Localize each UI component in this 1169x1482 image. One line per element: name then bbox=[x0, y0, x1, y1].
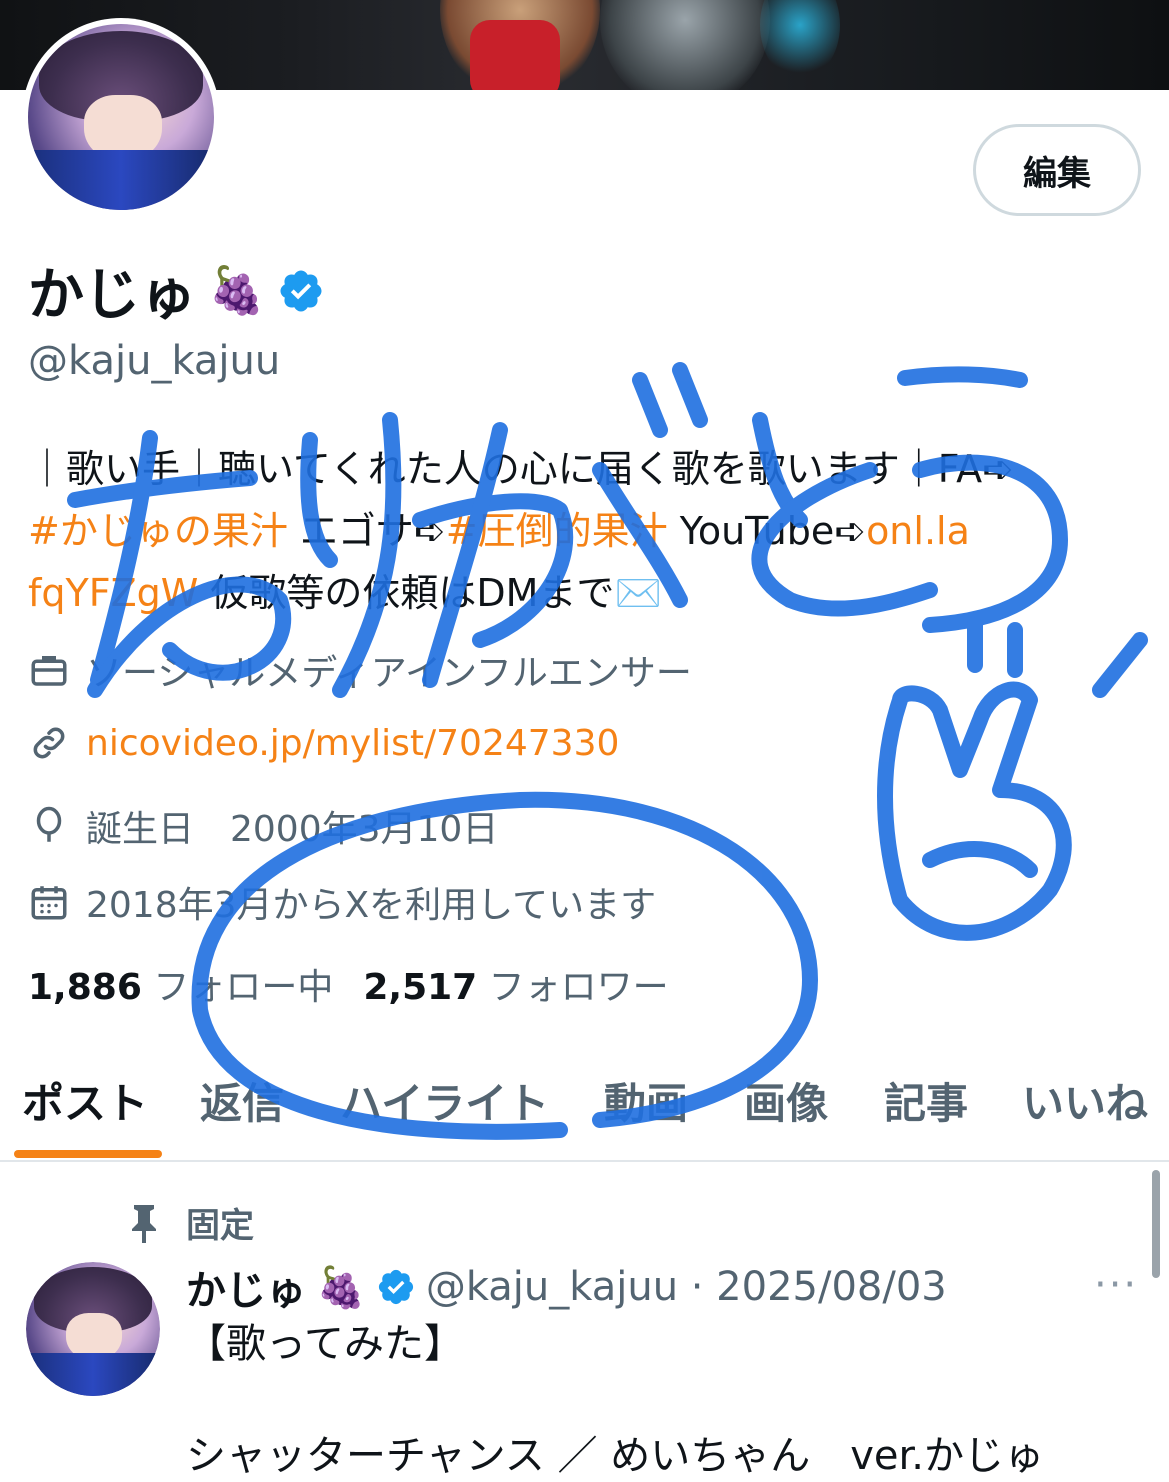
post-line-1: 【歌ってみた】 bbox=[186, 1321, 464, 1367]
pinned-text: 固定 bbox=[186, 1206, 254, 1246]
scribble-stroke bbox=[967, 617, 1023, 678]
tab-likes[interactable]: いいね bbox=[1022, 1070, 1148, 1131]
tab-images[interactable]: 画像 bbox=[744, 1070, 828, 1131]
avatar-jacket bbox=[28, 150, 214, 210]
bio-text: YouTube➪ bbox=[667, 509, 867, 553]
post-line-2: シャッターチャンス ／ めいちゃん ver.かじゅ bbox=[186, 1433, 1044, 1479]
profile-joined: 2018年3月からXを利用しています bbox=[28, 876, 656, 928]
bio-url-link[interactable]: onl.la bbox=[866, 509, 970, 553]
grape-emoji: 🍇 bbox=[316, 1264, 366, 1311]
profile-tabs: ポスト 返信 ハイライト 動画 画像 記事 いいね bbox=[0, 1060, 1169, 1162]
pin-icon bbox=[132, 1204, 156, 1243]
followers-link[interactable]: 2,517 フォロワー bbox=[363, 967, 668, 1008]
scribble-stroke bbox=[897, 366, 1028, 388]
balloon-icon bbox=[36, 806, 62, 842]
website-link[interactable]: nicovideo.jp/mylist/70247330 bbox=[86, 723, 619, 764]
following-link[interactable]: 1,886 フォロー中 bbox=[28, 967, 333, 1008]
scrollbar[interactable] bbox=[1152, 1170, 1160, 1278]
scribble-stroke bbox=[632, 362, 708, 438]
verified-badge-icon bbox=[378, 1269, 413, 1305]
scribble-stroke bbox=[877, 681, 1072, 941]
avatar-illustration bbox=[28, 24, 214, 210]
calendar-icon bbox=[31, 886, 67, 920]
bio-text: エゴサ➪ bbox=[287, 509, 446, 553]
post-author-name[interactable]: かじゅ bbox=[186, 1258, 306, 1316]
profile-category: ソーシャルメディアインフルエンサー bbox=[28, 644, 692, 696]
profile-bio: ｜歌い手｜聴いてくれた人の心に届く歌を歌います｜FA➪ #かじゅの果汁 エゴサ➪… bbox=[28, 438, 1148, 624]
tab-articles[interactable]: 記事 bbox=[884, 1070, 968, 1131]
banner-blue-hair bbox=[760, 0, 840, 80]
birthday-text: 誕生日 2000年3月10日 bbox=[86, 809, 499, 850]
tab-replies[interactable]: 返信 bbox=[200, 1070, 284, 1131]
bio-line-1: ｜歌い手｜聴いてくれた人の心に届く歌を歌います｜FA➪ bbox=[28, 447, 1014, 491]
tab-videos[interactable]: 動画 bbox=[604, 1070, 688, 1131]
scribble-stroke bbox=[922, 841, 1038, 878]
banner-figure-right bbox=[600, 0, 770, 90]
post-text: 【歌ってみた】 シャッターチャンス ／ めいちゃん ver.かじゅ bbox=[186, 1318, 1044, 1479]
category-text: ソーシャルメディアインフルエンサー bbox=[86, 653, 692, 694]
post-avatar[interactable] bbox=[26, 1262, 160, 1396]
bio-line-2: #かじゅの果汁 エゴサ➪#圧倒的果汁 YouTube➪onl.la bbox=[28, 500, 1148, 562]
following-label: フォロー中 bbox=[153, 967, 334, 1008]
follow-stats: 1,886 フォロー中 2,517 フォロワー bbox=[28, 958, 669, 1010]
tab-posts[interactable]: ポスト bbox=[22, 1070, 148, 1131]
followers-label: フォロワー bbox=[488, 967, 669, 1008]
bio-text: 仮歌等の依頼はDMまで bbox=[198, 571, 615, 615]
tab-highlights[interactable]: ハイライト bbox=[340, 1070, 549, 1131]
followers-count: 2,517 bbox=[363, 967, 478, 1008]
grape-emoji: 🍇 bbox=[208, 263, 266, 317]
avatar-illustration bbox=[26, 1262, 160, 1396]
profile-handle: @kaju_kajuu bbox=[28, 338, 281, 384]
bio-url-link[interactable]: fqYFZgW bbox=[28, 571, 198, 615]
profile-website: nicovideo.jp/mylist/70247330 bbox=[28, 722, 619, 764]
pinned-label: 固定 bbox=[128, 1198, 254, 1247]
active-tab-indicator bbox=[14, 1150, 162, 1158]
post-header: かじゅ 🍇 @kaju_kajuu · 2025/08/03 bbox=[186, 1258, 947, 1316]
display-name: かじゅ bbox=[28, 263, 196, 328]
hashtag-link[interactable]: #圧倒的果汁 bbox=[446, 509, 668, 553]
more-options-icon[interactable]: ··· bbox=[1094, 1262, 1138, 1308]
edit-profile-button[interactable]: 編集 bbox=[973, 124, 1141, 216]
hashtag-link[interactable]: #かじゅの果汁 bbox=[28, 509, 288, 553]
avatar-jacket bbox=[26, 1353, 160, 1396]
verified-badge-icon[interactable] bbox=[277, 267, 325, 315]
link-icon bbox=[33, 727, 65, 759]
joined-text: 2018年3月からXを利用しています bbox=[86, 885, 657, 926]
profile-avatar[interactable] bbox=[22, 18, 220, 216]
bio-line-3: fqYFZgW 仮歌等の依頼はDMまで✉️ bbox=[28, 562, 1148, 624]
banner-red-jacket bbox=[470, 20, 560, 90]
profile-name: かじゅ 🍇 bbox=[28, 250, 325, 331]
briefcase-icon bbox=[31, 656, 67, 686]
post-handle-date[interactable]: @kaju_kajuu · 2025/08/03 bbox=[426, 1264, 947, 1310]
scribble-stroke bbox=[1092, 632, 1148, 698]
following-count: 1,886 bbox=[28, 967, 142, 1008]
envelope-emoji: ✉️ bbox=[614, 571, 662, 615]
profile-birthday: 誕生日 2000年3月10日 bbox=[28, 800, 498, 852]
